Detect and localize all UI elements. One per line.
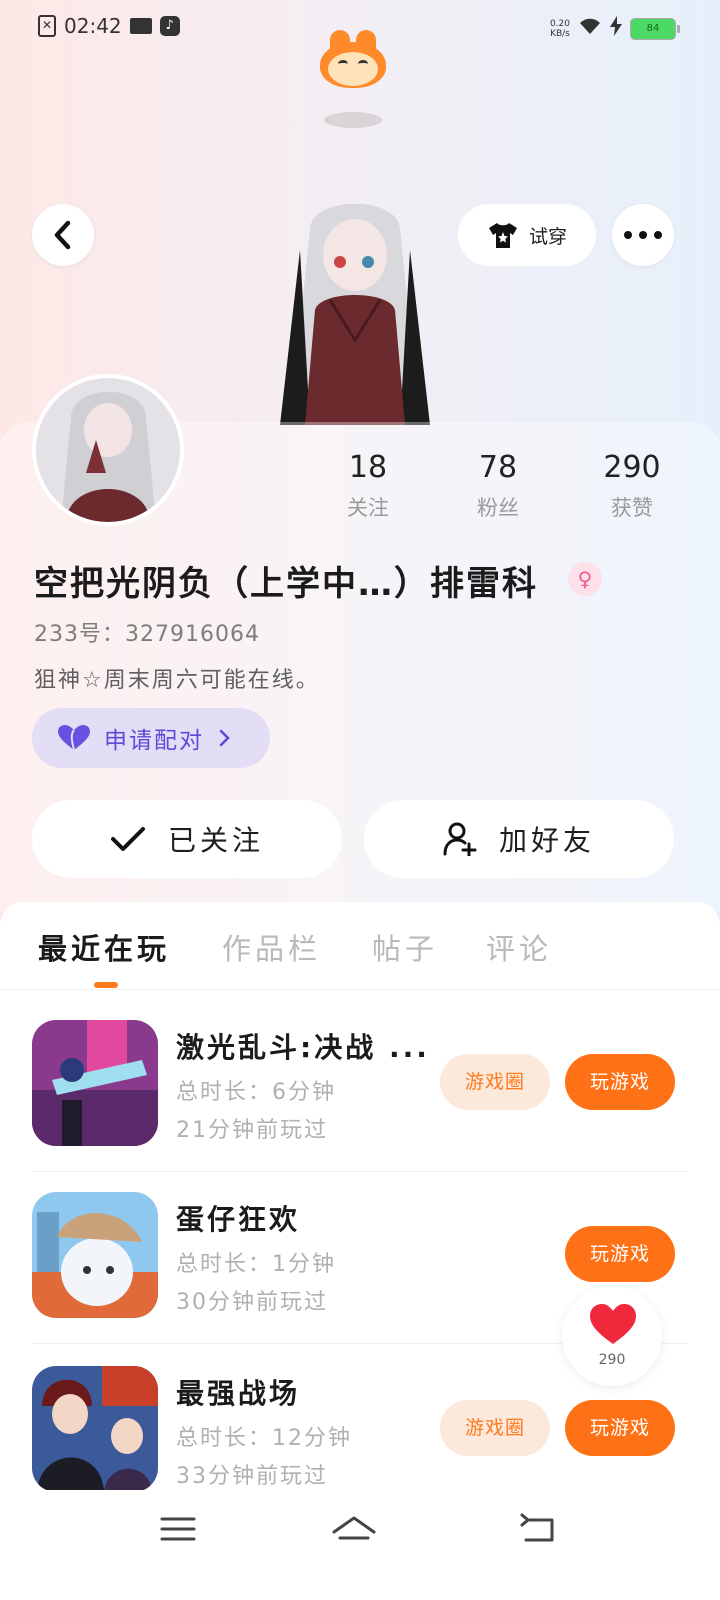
try-on-button[interactable]: 试穿: [458, 204, 596, 266]
home-icon[interactable]: [330, 1512, 378, 1546]
followed-button[interactable]: 已关注: [32, 800, 342, 878]
add-friend-icon: [443, 822, 477, 856]
avatar-3d-figure: [280, 203, 430, 425]
game-icon-laser-brawl: [32, 1020, 158, 1146]
game-icon-strongest-battlefield: [32, 1366, 158, 1492]
pair-request-button[interactable]: 申请配对: [32, 708, 270, 768]
game-circle-button[interactable]: 游戏圈: [440, 1400, 550, 1456]
tshirt-icon: [488, 223, 517, 248]
heart-icon: [590, 1304, 636, 1344]
game-title: 激光乱斗:决战 ...: [176, 1031, 430, 1064]
profile-tabs: 最近在玩 作品栏 帖子 评论: [0, 918, 720, 990]
stat-likes[interactable]: 290 获赞: [582, 448, 682, 522]
stat-followers[interactable]: 78 粉丝: [448, 448, 548, 522]
tab-posts[interactable]: 帖子: [372, 926, 438, 968]
add-friend-label: 加好友: [498, 824, 595, 857]
add-friend-button[interactable]: 加好友: [364, 800, 674, 878]
tab-works[interactable]: 作品栏: [222, 926, 321, 968]
avatar[interactable]: [32, 374, 184, 526]
female-gender-icon: ♀: [568, 562, 602, 596]
menu-icon[interactable]: [158, 1512, 198, 1546]
game-title: 蛋仔狂欢: [176, 1203, 301, 1236]
music-app-icon: ♪: [159, 16, 180, 36]
bio: 狙神☆周末周六可能在线。: [34, 668, 320, 693]
play-game-button[interactable]: 玩游戏: [565, 1400, 675, 1456]
back-button[interactable]: [32, 204, 94, 266]
play-game-button[interactable]: 玩游戏: [565, 1054, 675, 1110]
game-last-played: 21分钟前玩过: [176, 1118, 328, 1143]
game-icon-eggy-party: [32, 1192, 158, 1318]
game-duration: 总时长：6分钟: [176, 1080, 336, 1105]
tab-comments[interactable]: 评论: [486, 926, 552, 968]
play-game-button[interactable]: 玩游戏: [565, 1226, 675, 1282]
user-id: 233号：327916064: [34, 622, 260, 647]
system-navigation-bar: [0, 1490, 720, 1600]
mascot-icon: [316, 30, 390, 90]
game-title: 最强战场: [176, 1377, 301, 1410]
game-last-played: 33分钟前玩过: [176, 1464, 328, 1489]
status-time: 02:42: [64, 14, 122, 38]
avatar-image: [36, 378, 180, 522]
video-camera-icon: [129, 18, 152, 34]
game-duration: 总时长：12分钟: [176, 1426, 352, 1451]
game-last-played: 30分钟前玩过: [176, 1290, 328, 1315]
like-count: 290: [598, 1352, 626, 1368]
checkmark-icon: [110, 827, 145, 851]
pair-heart-icon: [58, 725, 90, 751]
game-duration: 总时长：1分钟: [176, 1252, 336, 1277]
try-on-label: 试穿: [528, 225, 567, 248]
stat-following[interactable]: 18 关注: [318, 448, 418, 522]
more-options-button[interactable]: [612, 204, 674, 266]
tabs-divider: [0, 989, 720, 990]
sim-icon: ✕: [38, 15, 56, 37]
charging-icon: [610, 16, 622, 41]
list-item[interactable]: 激光乱斗:决战 ... 总时长：6分钟 21分钟前玩过 游戏圈 玩游戏: [0, 1000, 720, 1172]
pair-request-label: 申请配对: [104, 728, 204, 754]
followed-label: 已关注: [167, 824, 264, 857]
active-tab-indicator: [94, 982, 118, 988]
game-circle-button[interactable]: 游戏圈: [440, 1054, 550, 1110]
mascot-shadow: [324, 112, 382, 128]
battery-indicator: 84: [630, 17, 680, 40]
like-button[interactable]: 290: [562, 1286, 662, 1386]
tab-recently-played[interactable]: 最近在玩: [38, 926, 170, 968]
network-speed: 0.20 KB/s: [549, 18, 570, 39]
chevron-left-icon: [54, 220, 71, 250]
nickname: 空把光阴负（上学中…）排雷科: [34, 564, 538, 604]
more-dots-icon: [624, 231, 662, 239]
back-nav-icon[interactable]: [518, 1512, 558, 1546]
chevron-right-icon: [219, 729, 230, 747]
wifi-icon: [578, 17, 602, 40]
